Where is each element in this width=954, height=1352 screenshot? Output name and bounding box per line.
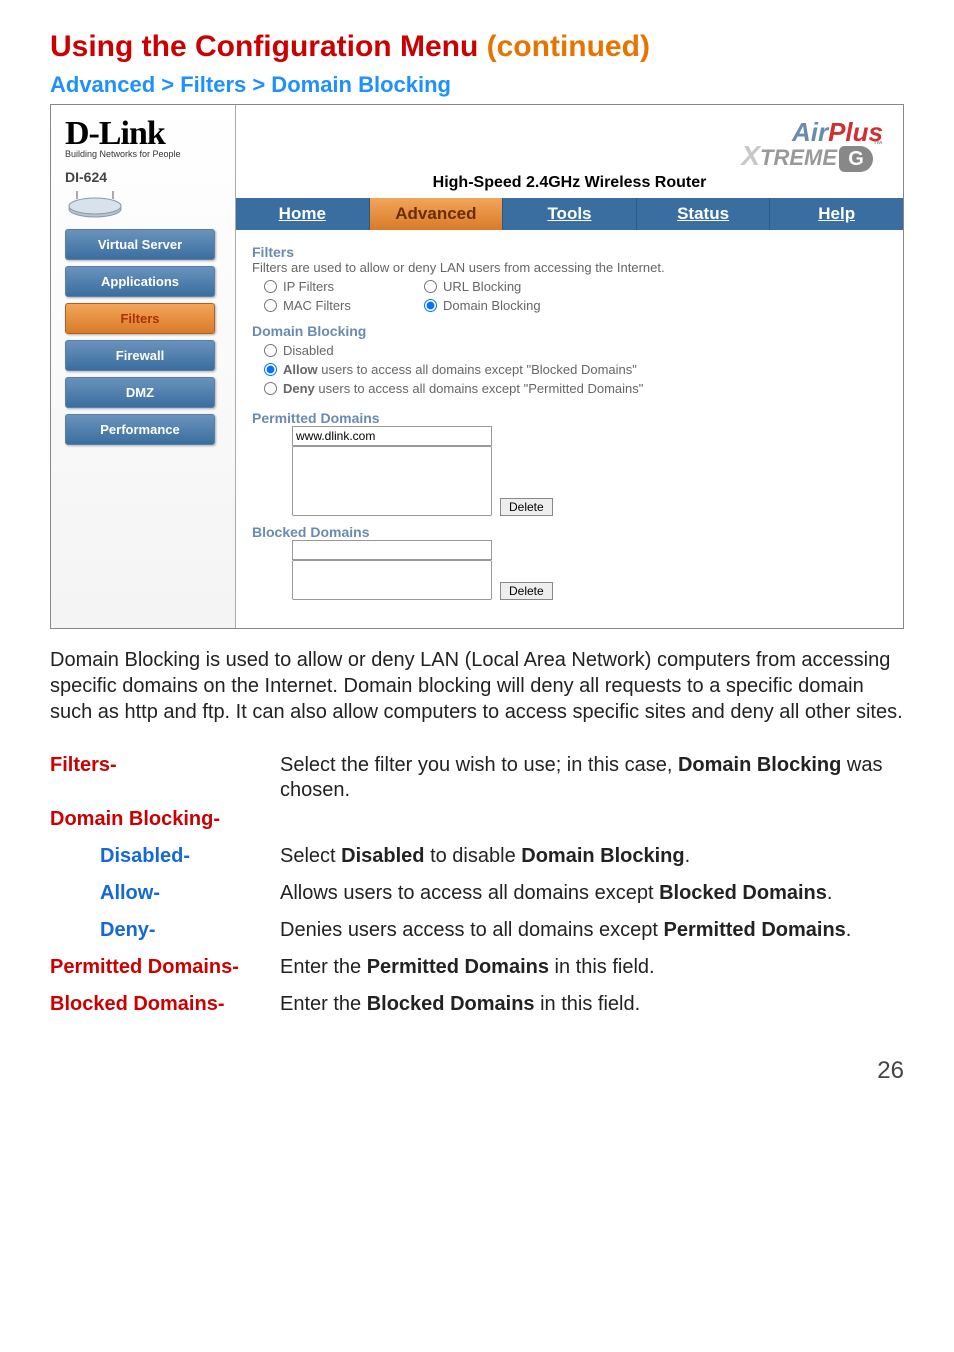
def-permitted-term: Permitted Domains-	[50, 955, 280, 980]
permitted-domain-input[interactable]	[292, 426, 492, 446]
def-deny: Deny- Denies users access to all domains…	[50, 918, 904, 943]
panel-body: Filters Filters are used to allow or den…	[236, 230, 903, 628]
def-blocked: Blocked Domains- Enter the Blocked Domai…	[50, 992, 904, 1017]
tab-help[interactable]: Help	[770, 198, 903, 230]
nav-filters[interactable]: Filters	[65, 303, 215, 334]
def-filters-text: Select the filter you wish to use; in th…	[280, 753, 904, 803]
sidebar: D-Link Building Networks for People DI-6…	[51, 105, 236, 628]
tab-status[interactable]: Status	[637, 198, 771, 230]
def-disabled-text: Select Disabled to disable Domain Blocki…	[280, 844, 904, 869]
def-db-term: Domain Blocking-	[50, 807, 280, 832]
page-title: Using the Configuration Menu (continued)	[50, 30, 904, 64]
def-deny-text: Denies users access to all domains excep…	[280, 918, 904, 943]
nav-dmz[interactable]: DMZ	[65, 377, 215, 408]
radio-domain-blocking[interactable]: Domain Blocking	[424, 298, 624, 313]
tab-home[interactable]: Home	[236, 198, 370, 230]
blocked-delete-button[interactable]: Delete	[500, 582, 553, 600]
permitted-delete-button[interactable]: Delete	[500, 498, 553, 516]
def-allow-text: Allows users to access all domains excep…	[280, 881, 904, 906]
radio-mac-filters[interactable]: MAC Filters	[264, 298, 424, 313]
def-allow-term: Allow-	[50, 881, 280, 906]
g-badge: G	[839, 146, 873, 172]
brand-logo: D-Link	[65, 115, 221, 153]
nav-applications[interactable]: Applications	[65, 266, 215, 297]
filters-heading: Filters	[252, 244, 887, 260]
blocked-domains-heading: Blocked Domains	[252, 524, 887, 540]
domain-blocking-label: Domain Blocking	[443, 298, 541, 313]
radio-url-blocking[interactable]: URL Blocking	[424, 279, 624, 294]
def-disabled-term: Disabled-	[50, 844, 280, 869]
def-filters: Filters- Select the filter you wish to u…	[50, 753, 904, 803]
router-icon	[65, 191, 221, 221]
radio-disabled-row[interactable]: Disabled	[264, 343, 887, 358]
disabled-label: Disabled	[283, 343, 334, 358]
nav-virtual-server[interactable]: Virtual Server	[65, 229, 215, 260]
title-continued: (continued)	[478, 30, 650, 63]
def-blocked-text: Enter the Blocked Domains in this field.	[280, 992, 904, 1017]
ip-filters-label: IP Filters	[283, 279, 334, 294]
url-blocking-label: URL Blocking	[443, 279, 521, 294]
radio-ip-filters[interactable]: IP Filters	[264, 279, 424, 294]
treme-text: TREME	[760, 145, 837, 170]
product-header: AirPlus XTREMEG™	[236, 105, 903, 174]
allow-label: Allow users to access all domains except…	[283, 362, 637, 377]
filters-description: Filters are used to allow or deny LAN us…	[252, 260, 887, 275]
description-paragraph: Domain Blocking is used to allow or deny…	[50, 647, 904, 725]
radio-deny-row[interactable]: Deny users to access all domains except …	[264, 381, 887, 396]
deny-label: Deny users to access all domains except …	[283, 381, 643, 396]
def-db-text	[280, 807, 904, 832]
filter-type-radios: IP Filters URL Blocking MAC Filters Doma…	[264, 279, 887, 313]
mac-filters-label: MAC Filters	[283, 298, 351, 313]
def-permitted-text: Enter the Permitted Domains in this fiel…	[280, 955, 904, 980]
nav-performance[interactable]: Performance	[65, 414, 215, 445]
product-tagline: High-Speed 2.4GHz Wireless Router	[236, 174, 903, 192]
nav-firewall[interactable]: Firewall	[65, 340, 215, 371]
brand-tagline: Building Networks for People	[65, 149, 221, 159]
def-allow: Allow- Allows users to access all domain…	[50, 881, 904, 906]
router-config-screenshot: D-Link Building Networks for People DI-6…	[50, 104, 904, 629]
x-icon: X	[741, 140, 760, 171]
def-blocked-term: Blocked Domains-	[50, 992, 280, 1017]
blocked-domain-input[interactable]	[292, 540, 492, 560]
permitted-domains-list[interactable]	[292, 446, 492, 516]
model-number: DI-624	[65, 169, 221, 185]
blocked-domains-list[interactable]	[292, 560, 492, 600]
def-filters-term: Filters-	[50, 753, 280, 803]
def-permitted: Permitted Domains- Enter the Permitted D…	[50, 955, 904, 980]
def-domain-blocking: Domain Blocking-	[50, 807, 904, 832]
breadcrumb: Advanced > Filters > Domain Blocking	[50, 72, 904, 98]
domain-blocking-heading: Domain Blocking	[252, 323, 887, 339]
def-disabled: Disabled- Select Disabled to disable Dom…	[50, 844, 904, 869]
title-main: Using the Configuration Menu	[50, 30, 478, 63]
tm-text: ™	[873, 140, 883, 151]
product-subname: XTREMEG™	[256, 140, 883, 172]
radio-allow-row[interactable]: Allow users to access all domains except…	[264, 362, 887, 377]
tab-advanced[interactable]: Advanced	[370, 198, 504, 230]
content-area: AirPlus XTREMEG™ High-Speed 2.4GHz Wirel…	[236, 105, 903, 628]
page-number: 26	[50, 1057, 904, 1085]
def-deny-term: Deny-	[50, 918, 280, 943]
tab-tools[interactable]: Tools	[503, 198, 637, 230]
tab-bar: Home Advanced Tools Status Help	[236, 198, 903, 230]
permitted-domains-heading: Permitted Domains	[252, 410, 887, 426]
